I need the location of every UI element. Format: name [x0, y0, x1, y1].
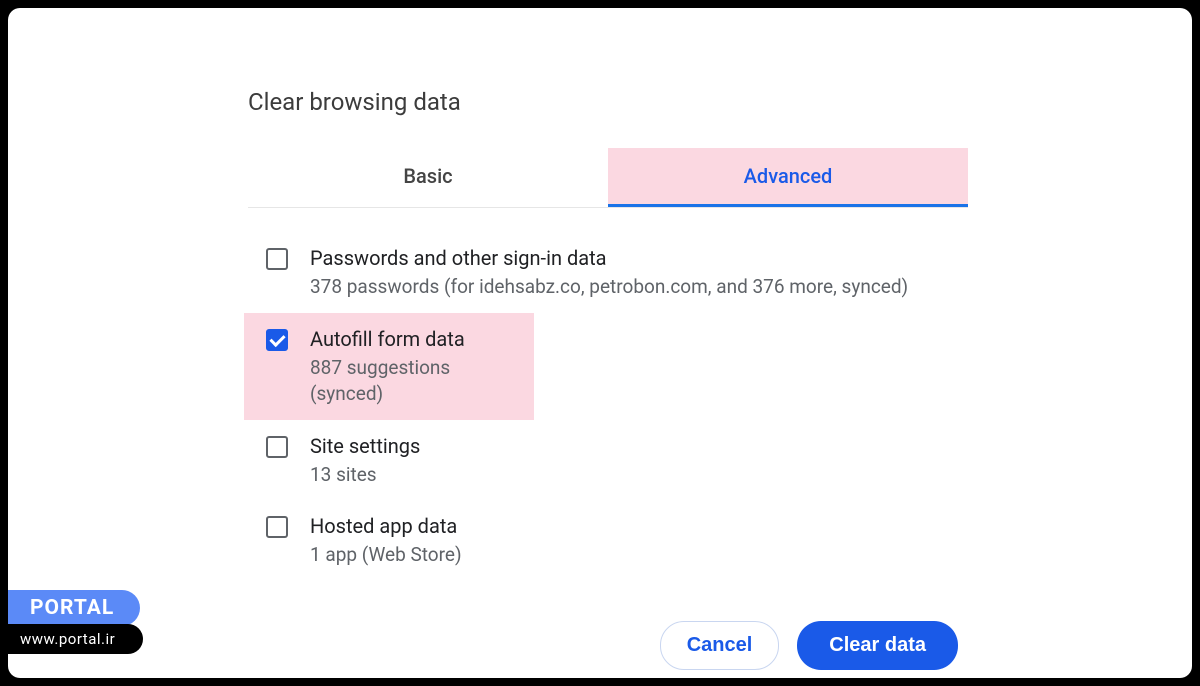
option-label: Passwords and other sign-in data — [310, 244, 958, 272]
watermark-brand: PORTAL — [8, 590, 140, 626]
option-sub: 378 passwords (for idehsabz.co, petrobon… — [310, 274, 958, 301]
checkbox-passwords[interactable] — [266, 248, 288, 270]
option-label: Hosted app data — [310, 512, 958, 540]
option-site-settings[interactable]: Site settings 13 sites — [248, 420, 968, 501]
watermark-url: www.portal.ir — [8, 624, 143, 654]
option-text: Site settings 13 sites — [310, 432, 958, 489]
option-passwords[interactable]: Passwords and other sign-in data 378 pas… — [248, 232, 968, 313]
option-autofill[interactable]: Autofill form data 887 suggestions (sync… — [244, 313, 534, 420]
option-text: Passwords and other sign-in data 378 pas… — [310, 244, 958, 301]
app-frame: Clear browsing data Basic Advanced Passw… — [8, 8, 1192, 678]
checkbox-hosted-app[interactable] — [266, 516, 288, 538]
clear-browsing-data-dialog: Clear browsing data Basic Advanced Passw… — [248, 88, 968, 670]
clear-data-button[interactable]: Clear data — [797, 621, 958, 670]
option-sub: 1 app (Web Store) — [310, 542, 958, 569]
checkbox-site-settings[interactable] — [266, 436, 288, 458]
option-text: Hosted app data 1 app (Web Store) — [310, 512, 958, 569]
option-label: Autofill form data — [310, 325, 524, 353]
watermark: PORTAL www.portal.ir — [8, 590, 143, 654]
checkbox-autofill[interactable] — [266, 329, 288, 351]
dialog-actions: Cancel Clear data — [248, 621, 968, 670]
dialog-title: Clear browsing data — [248, 88, 968, 116]
option-sub: 13 sites — [310, 462, 958, 489]
cancel-button[interactable]: Cancel — [660, 621, 780, 670]
option-text: Autofill form data 887 suggestions (sync… — [310, 325, 524, 408]
tab-advanced[interactable]: Advanced — [608, 148, 968, 207]
option-label: Site settings — [310, 432, 958, 460]
option-hosted-app[interactable]: Hosted app data 1 app (Web Store) — [248, 500, 968, 581]
tab-basic[interactable]: Basic — [248, 148, 608, 207]
option-sub: 887 suggestions (synced) — [310, 355, 524, 408]
options-list: Passwords and other sign-in data 378 pas… — [248, 232, 968, 581]
tabs: Basic Advanced — [248, 148, 968, 208]
